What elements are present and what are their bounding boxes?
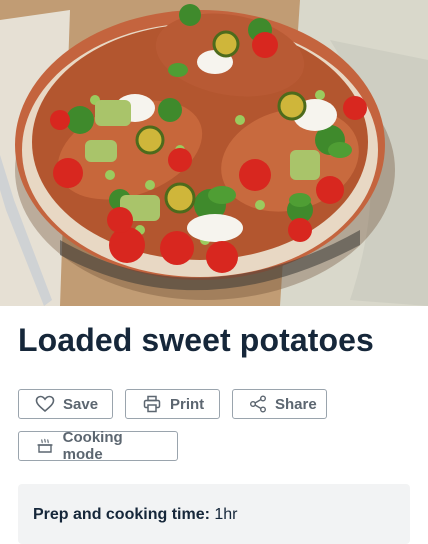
save-label: Save [63,395,99,413]
printer-icon [142,394,162,414]
save-button[interactable]: Save [18,389,113,419]
recipe-hero-image [0,0,428,306]
pot-icon [35,436,55,456]
prep-time-value: 1hr [214,506,238,523]
recipe-info-panel: Prep and cooking time: 1hr [18,484,410,544]
prep-time: Prep and cooking time: 1hr [33,506,238,524]
print-label: Print [170,395,205,413]
print-button[interactable]: Print [125,389,220,419]
cooking-mode-label: Cooking mode [62,429,123,463]
cooking-mode-button[interactable]: Cooking mode [18,429,178,463]
prep-time-label: Prep and cooking time: [33,506,210,523]
heart-icon [35,394,55,414]
share-label: Share [275,395,317,413]
share-icon [249,394,267,414]
recipe-title: Loaded sweet potatoes [18,322,374,358]
share-button[interactable]: Share [232,389,327,419]
